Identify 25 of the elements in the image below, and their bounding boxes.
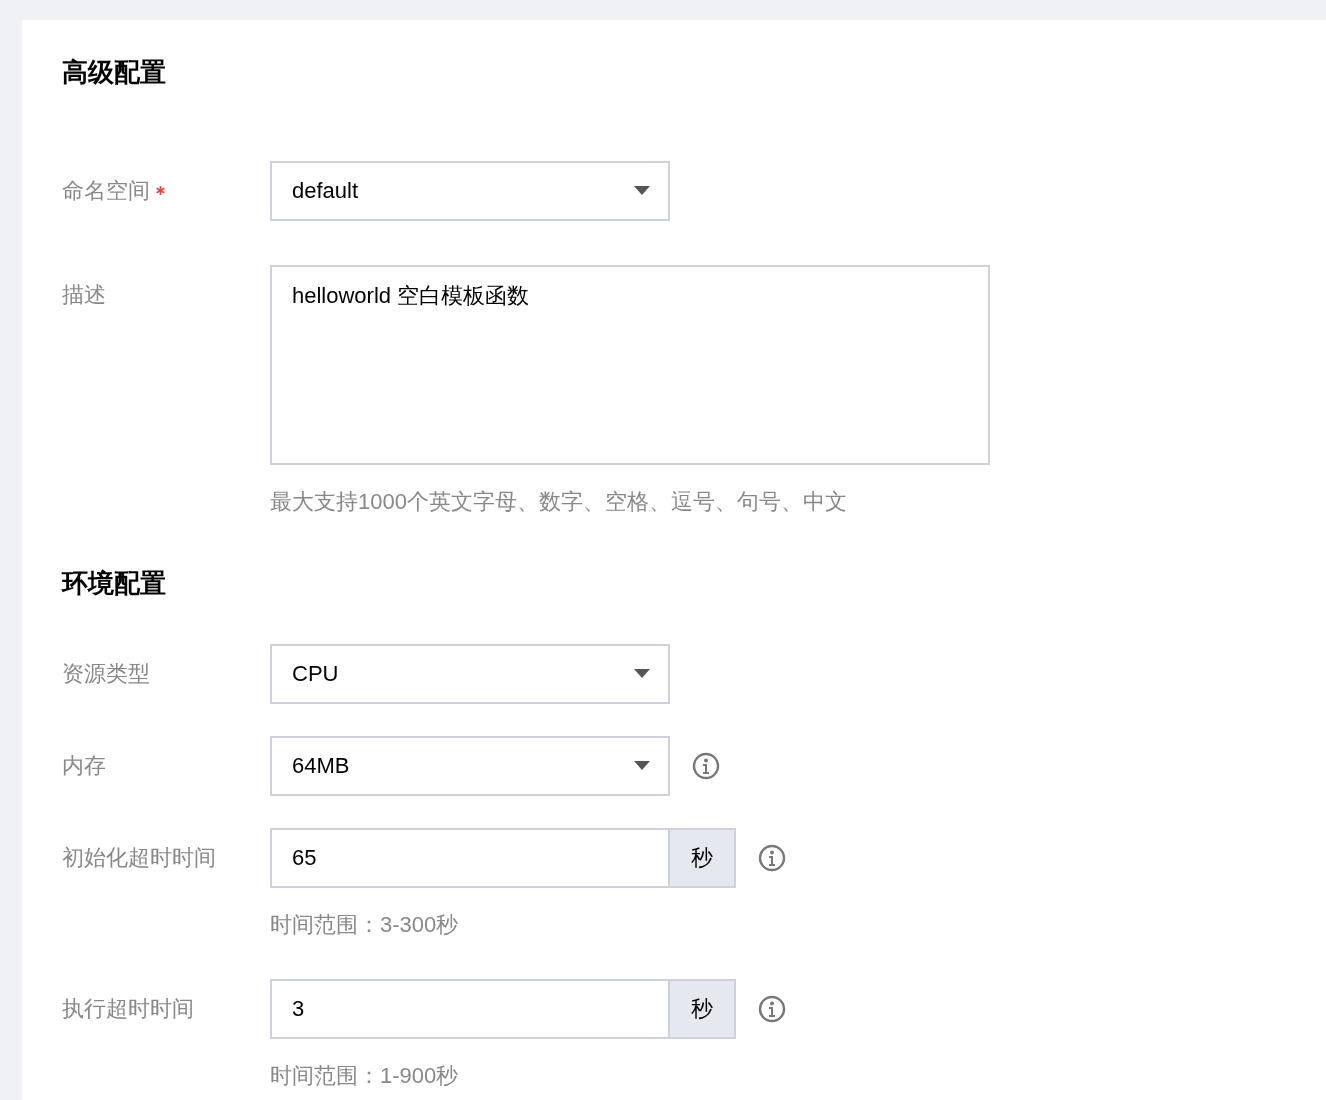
field-label: 初始化超时时间 xyxy=(62,844,216,872)
caret-icon xyxy=(634,761,650,771)
field-label: 命名空间 xyxy=(62,177,150,205)
section-title: 高级配置 xyxy=(62,56,167,88)
info-icon[interactable] xyxy=(758,995,786,1023)
section-title: 环境配置 xyxy=(62,567,167,599)
field-label: 描述 xyxy=(62,281,106,309)
unit-addon: 秒 xyxy=(670,828,736,888)
unit-addon: 秒 xyxy=(670,979,736,1039)
select-field[interactable]: default xyxy=(270,161,670,221)
input-field[interactable]: 3 xyxy=(270,979,670,1039)
select-field[interactable]: 64MB xyxy=(270,736,670,796)
description-field[interactable]: helloworld 空白模板函数 xyxy=(270,265,990,465)
info-icon[interactable] xyxy=(758,844,786,872)
info-icon[interactable] xyxy=(692,752,720,780)
field-label: 执行超时时间 xyxy=(62,995,194,1023)
caret-icon xyxy=(634,186,650,196)
hint-text: 时间范围：1-900秒 xyxy=(270,1062,460,1090)
select-field[interactable]: CPU xyxy=(270,644,670,704)
hint-text: 最大支持1000个英文字母、数字、空格、逗号、句号、中文 xyxy=(270,488,848,516)
field-label: 内存 xyxy=(62,752,106,780)
input-field[interactable]: 65 xyxy=(270,828,670,888)
caret-icon xyxy=(634,669,650,679)
field-label: 资源类型 xyxy=(62,660,150,688)
hint-text: 时间范围：3-300秒 xyxy=(270,911,460,939)
